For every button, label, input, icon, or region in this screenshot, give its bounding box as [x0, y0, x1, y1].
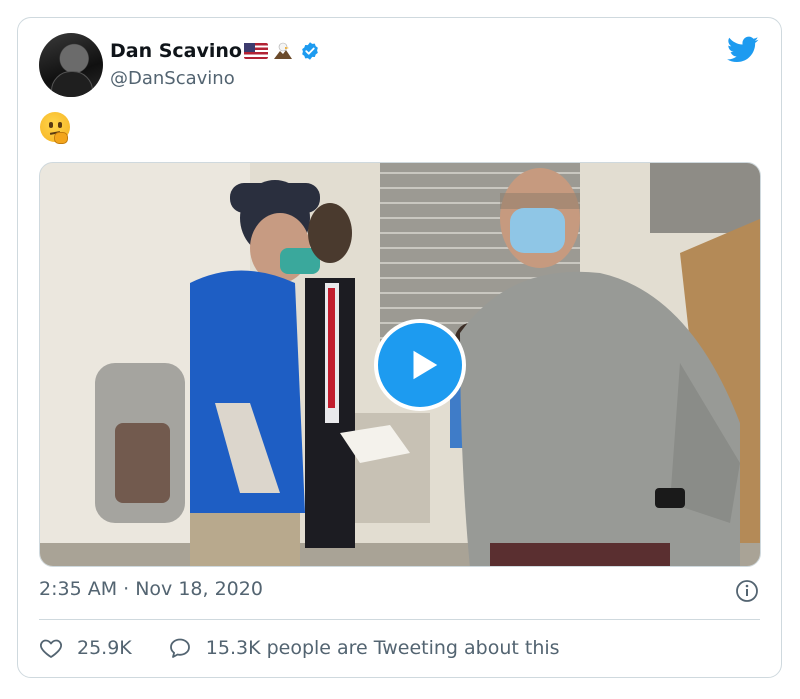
tweet-timestamp[interactable]: 2:35 AM · Nov 18, 2020 — [39, 578, 263, 600]
avatar-figure — [51, 71, 93, 97]
play-icon — [413, 350, 438, 380]
tweeting-about-action[interactable]: 15.3K people are Tweeting about this — [168, 636, 560, 660]
heart-icon — [40, 639, 62, 658]
verified-badge-icon — [302, 42, 318, 60]
author-avatar[interactable] — [39, 33, 103, 97]
thinking-face-emoji — [40, 112, 70, 144]
video-player[interactable] — [39, 162, 761, 567]
author-handle[interactable]: @DanScavino — [110, 68, 235, 89]
like-action[interactable]: 25.9K — [39, 636, 168, 660]
play-button[interactable] — [374, 319, 466, 411]
tweet-card[interactable]: Dan Scavino @DanScavino 2:35 AM · Nov 18… — [17, 17, 782, 678]
speech-bubble-icon — [169, 638, 190, 658]
twitter-bird-icon[interactable] — [727, 36, 759, 64]
us-flag-emoji — [243, 43, 268, 59]
tweet-actions: 25.9K 15.3K people are Tweeting about th… — [39, 636, 560, 660]
author-name-row: Dan Scavino — [110, 40, 320, 62]
eagle-emoji — [273, 42, 292, 59]
divider — [39, 619, 760, 620]
info-icon[interactable] — [735, 579, 759, 603]
like-count: 25.9K — [77, 637, 132, 659]
tweeting-about-text: 15.3K people are Tweeting about this — [205, 637, 560, 659]
author-name[interactable]: Dan Scavino — [110, 40, 242, 62]
